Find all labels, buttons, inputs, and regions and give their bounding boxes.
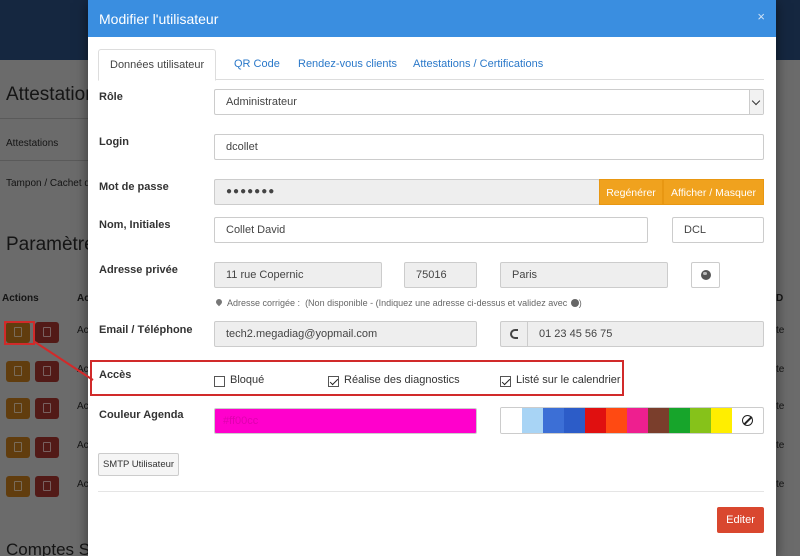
annotation-arrow xyxy=(34,341,94,381)
